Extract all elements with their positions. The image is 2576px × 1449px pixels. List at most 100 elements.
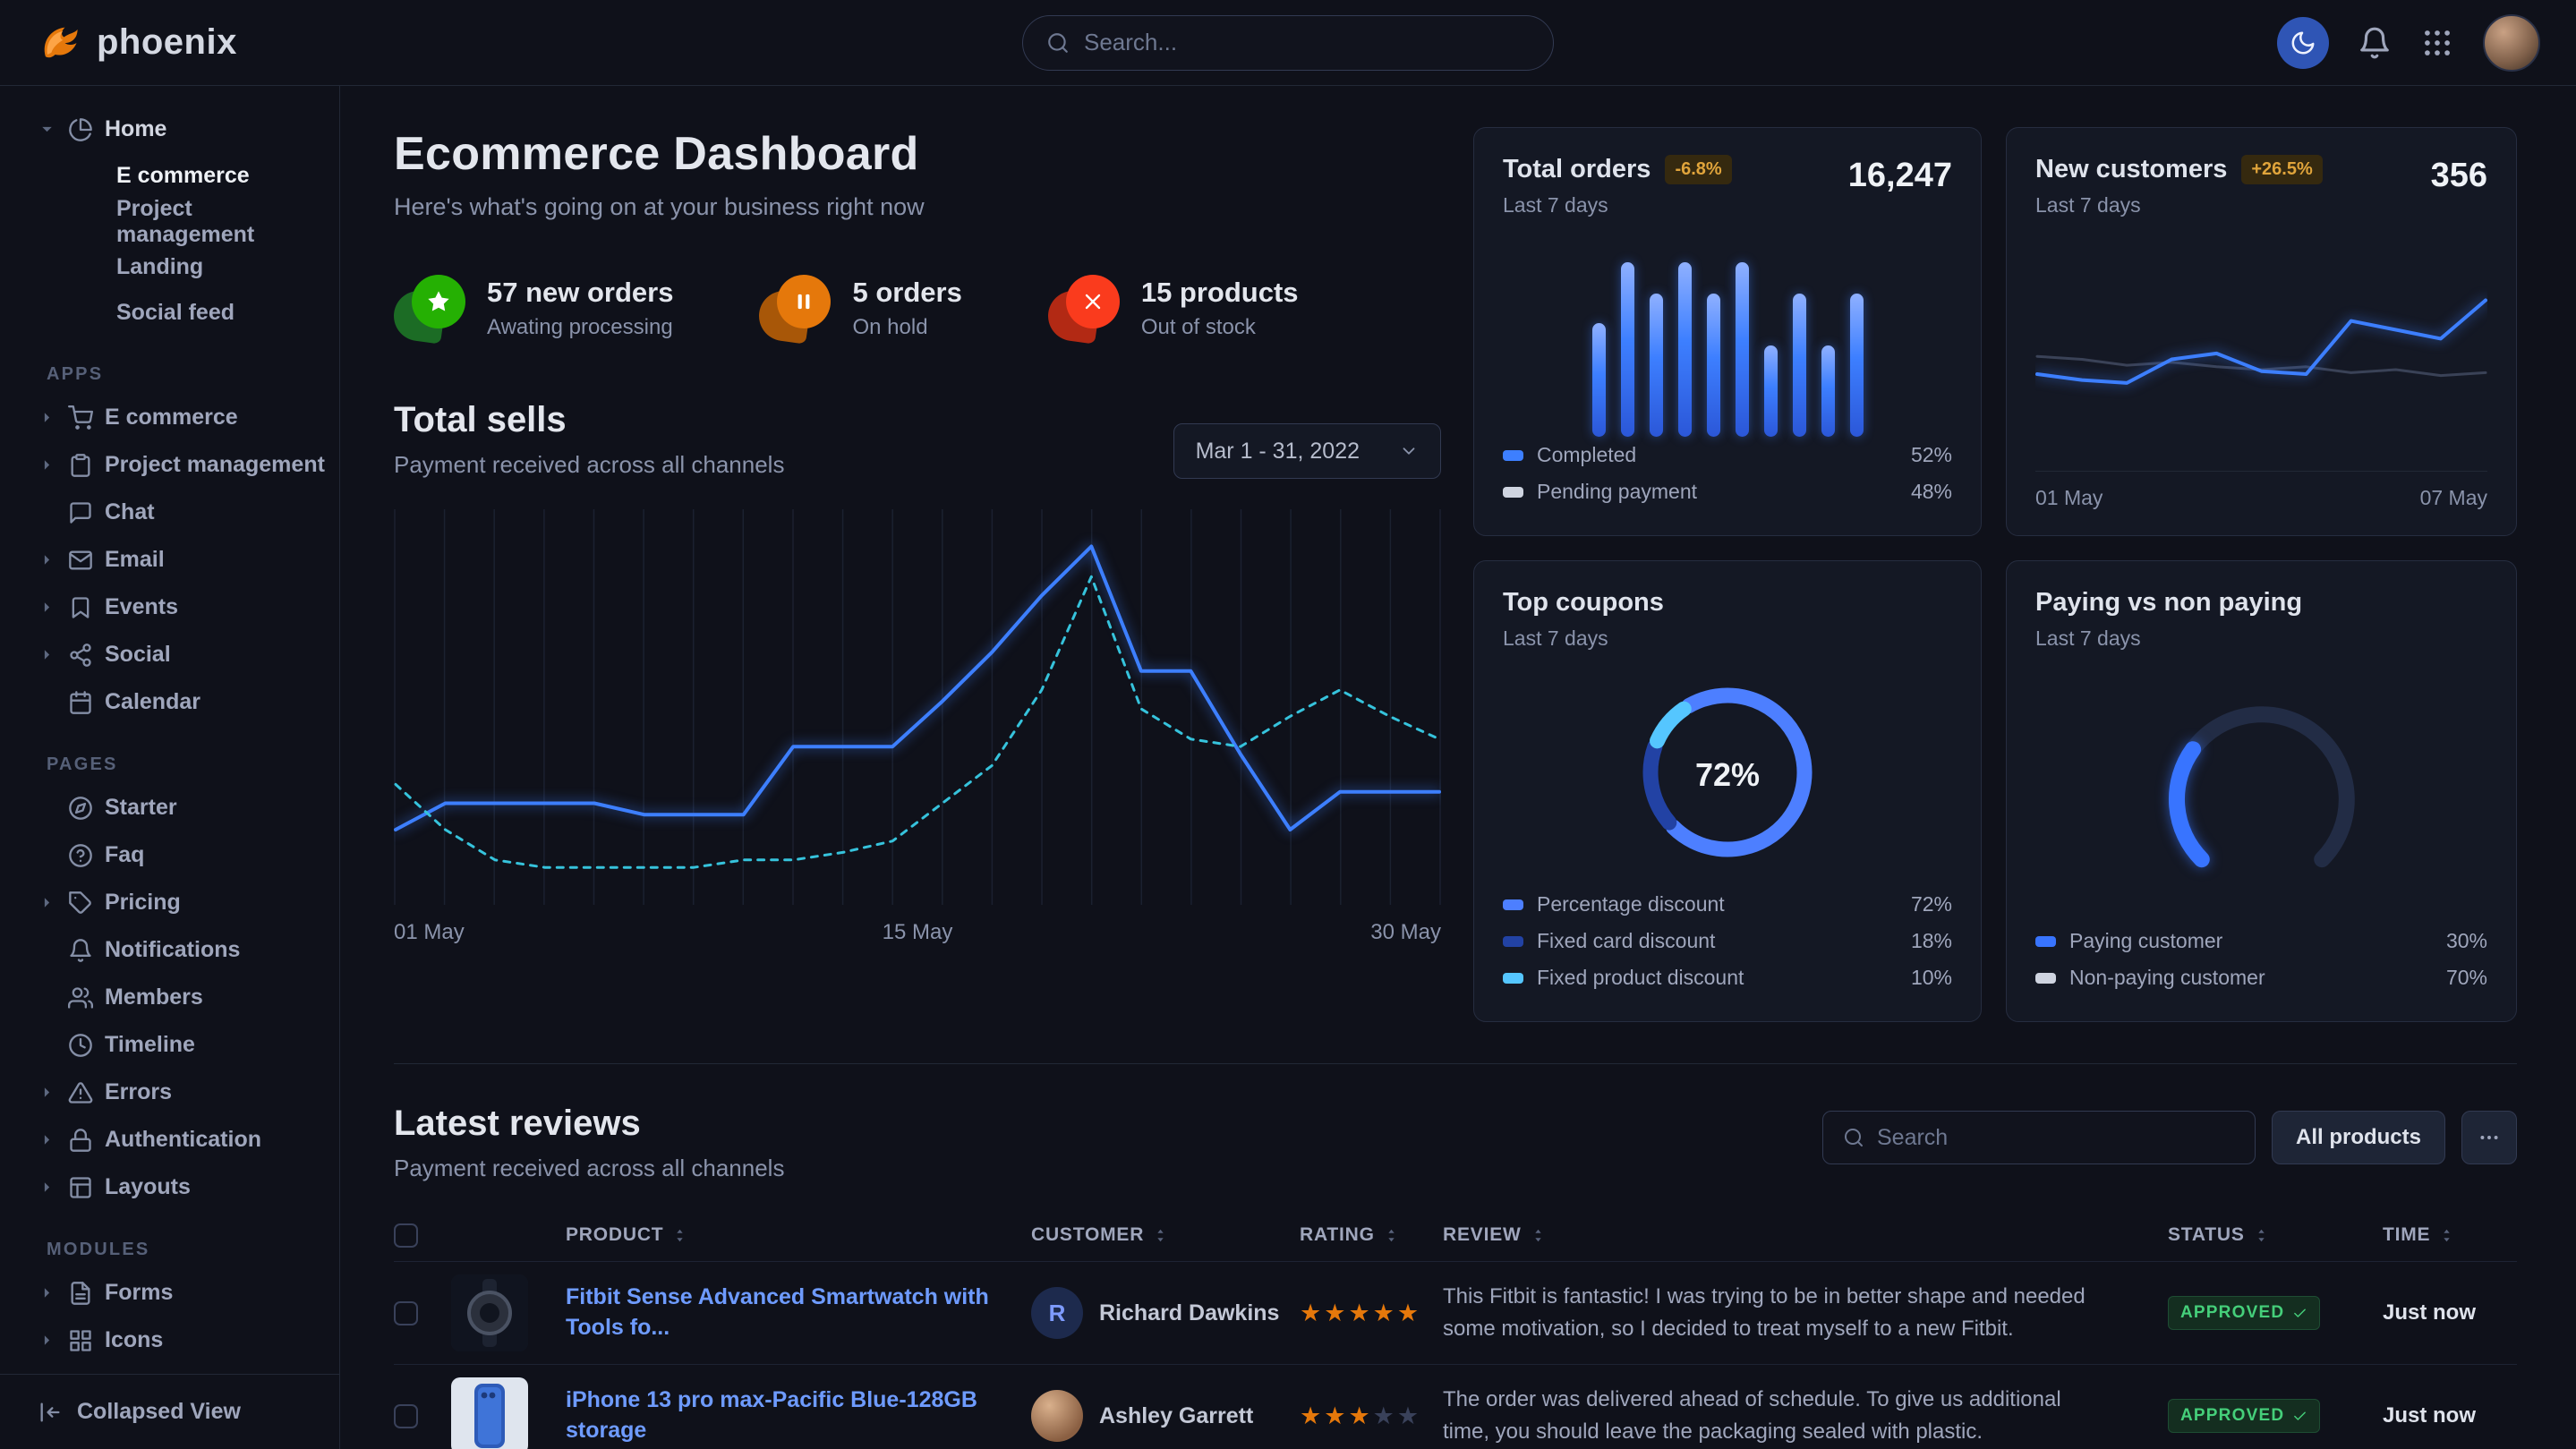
x-icon	[1080, 289, 1105, 314]
legend-label: Pending payment	[1537, 480, 1697, 504]
caret-right-icon	[38, 1178, 56, 1197]
page-subtitle: Here's what's going on at your business …	[394, 193, 1441, 221]
caret-right-icon	[38, 1083, 56, 1102]
reviews-search[interactable]	[1822, 1111, 2256, 1164]
legend-label: Percentage discount	[1537, 892, 1725, 916]
reviews-title: Latest reviews	[394, 1104, 784, 1144]
sidebar-subitem-social-feed[interactable]: Social feed	[38, 290, 318, 336]
sidebar-subitem-landing[interactable]: Landing	[38, 244, 318, 290]
review-time: Just now	[2383, 1300, 2517, 1325]
caret-right-icon	[38, 550, 56, 569]
card-title-text: Total orders	[1503, 155, 1651, 184]
sidebar-item-errors[interactable]: Errors	[38, 1069, 318, 1116]
sidebar-item-email[interactable]: Email	[38, 536, 318, 584]
date-range-select[interactable]: Mar 1 - 31, 2022	[1173, 423, 1441, 479]
card-period: Last 7 days	[1503, 193, 1952, 217]
legend-swatch	[1503, 899, 1523, 910]
legend-label: Fixed product discount	[1537, 966, 1744, 990]
sidebar-item-authentication[interactable]: Authentication	[38, 1116, 318, 1163]
column-header-customer[interactable]: CUSTOMER	[1031, 1224, 1300, 1246]
column-header-review[interactable]: REVIEW	[1443, 1224, 2168, 1246]
table-row: iPhone 13 pro max-Pacific Blue-128GB sto…	[394, 1364, 2517, 1449]
sidebar-item-social[interactable]: Social	[38, 631, 318, 678]
star-filled-icon: ★	[1300, 1300, 1324, 1326]
x-label: 15 May	[883, 920, 953, 945]
select-all-checkbox[interactable]	[394, 1223, 418, 1248]
global-search[interactable]	[1022, 15, 1554, 71]
search-icon	[1843, 1127, 1864, 1148]
column-header-time[interactable]: TIME	[2383, 1224, 2517, 1246]
brand-name: phoenix	[97, 22, 237, 63]
stat-caption: Out of stock	[1141, 315, 1299, 340]
sidebar-item-members[interactable]: Members	[38, 974, 318, 1021]
search-input[interactable]	[1084, 29, 1530, 56]
x-label: 01 May	[394, 920, 465, 945]
paying-card: Paying vs non paying Last 7 days Paying …	[2006, 560, 2517, 1022]
total-sells-x-labels: 01 May 15 May 30 May	[394, 920, 1441, 945]
sidebar-item-faq[interactable]: Faq	[38, 831, 318, 879]
paying-legend: Paying customer30%Non-paying customer70%	[2035, 923, 2487, 996]
rating-stars: ★★★★★	[1300, 1402, 1443, 1430]
sidebar-item-timeline[interactable]: Timeline	[38, 1021, 318, 1069]
top-navbar: phoenix	[0, 0, 2576, 86]
collapse-view-button[interactable]: Collapsed View	[0, 1374, 339, 1449]
change-badge: +26.5%	[2241, 155, 2322, 184]
bar	[1764, 345, 1778, 438]
sidebar-item-home[interactable]: Home	[38, 106, 318, 153]
brand[interactable]: phoenix	[36, 20, 237, 66]
sidebar-item-forms[interactable]: Forms	[38, 1269, 318, 1317]
sidebar-item-label: Timeline	[105, 1032, 195, 1058]
new-customers-card: New customers +26.5% Last 7 days 356 01 …	[2006, 127, 2517, 536]
caret-right-icon	[38, 408, 56, 427]
compass-icon	[68, 796, 93, 821]
legend-value: 10%	[1911, 966, 1952, 990]
sidebar-section-title: APPS	[38, 364, 318, 385]
column-header-status[interactable]: STATUS	[2168, 1224, 2383, 1246]
bar	[1678, 262, 1692, 437]
star-filled-icon: ★	[1348, 1300, 1372, 1326]
legend-value: 18%	[1911, 929, 1952, 953]
reviews-search-input[interactable]	[1877, 1125, 2235, 1151]
star-filled-icon: ★	[1397, 1300, 1421, 1326]
row-checkbox[interactable]	[394, 1404, 418, 1428]
row-checkbox[interactable]	[394, 1301, 418, 1325]
column-header-rating[interactable]: RATING	[1300, 1224, 1443, 1246]
product-link[interactable]: iPhone 13 pro max-Pacific Blue-128GB sto…	[566, 1385, 1031, 1446]
sidebar-item-pricing[interactable]: Pricing	[38, 879, 318, 926]
share-icon	[68, 643, 93, 668]
star-filled-icon: ★	[1373, 1300, 1397, 1326]
sidebar-item-tables[interactable]: Tables	[38, 1364, 318, 1374]
legend-label: Completed	[1537, 443, 1636, 467]
sort-icon	[1383, 1227, 1400, 1244]
reviews-subtitle: Payment received across all channels	[394, 1155, 784, 1182]
sidebar-item-chat[interactable]: Chat	[38, 489, 318, 536]
summary-cards: Total orders -6.8% Last 7 days 16,247 Co…	[1473, 127, 2517, 1022]
sidebar-item-events[interactable]: Events	[38, 584, 318, 631]
legend-label: Paying customer	[2069, 929, 2222, 953]
more-options-button[interactable]	[2461, 1111, 2517, 1164]
sidebar-item-label: E commerce	[105, 405, 238, 430]
sidebar-item-label: Social	[105, 642, 171, 668]
sidebar-item-notifications[interactable]: Notifications	[38, 926, 318, 974]
total-sells-subtitle: Payment received across all channels	[394, 451, 784, 479]
customer-cell: RRichard Dawkins	[1031, 1287, 1300, 1339]
sidebar-subitem-e-commerce[interactable]: E commerce	[38, 153, 318, 199]
sidebar-item-icons[interactable]: Icons	[38, 1317, 318, 1364]
user-avatar[interactable]	[2483, 14, 2540, 72]
stat-blob	[394, 275, 465, 341]
sidebar-subitem-project-management[interactable]: Project management	[38, 199, 318, 244]
theme-toggle-button[interactable]	[2277, 17, 2329, 69]
sidebar-item-starter[interactable]: Starter	[38, 784, 318, 831]
bar	[1592, 323, 1606, 437]
reviews-table-body: Fitbit Sense Advanced Smartwatch with To…	[394, 1261, 2517, 1449]
sidebar-item-layouts[interactable]: Layouts	[38, 1163, 318, 1211]
column-header-product[interactable]: PRODUCT	[566, 1224, 1031, 1246]
sidebar-item-label: Forms	[105, 1280, 173, 1306]
sidebar-item-calendar[interactable]: Calendar	[38, 678, 318, 726]
main-content: Ecommerce Dashboard Here's what's going …	[340, 86, 2576, 1449]
sidebar-item-e-commerce[interactable]: E commerce	[38, 394, 318, 441]
sidebar-item-project-management[interactable]: Project management	[38, 441, 318, 489]
product-link[interactable]: Fitbit Sense Advanced Smartwatch with To…	[566, 1283, 1031, 1343]
check-icon	[2292, 1409, 2307, 1424]
all-products-button[interactable]: All products	[2272, 1111, 2445, 1164]
